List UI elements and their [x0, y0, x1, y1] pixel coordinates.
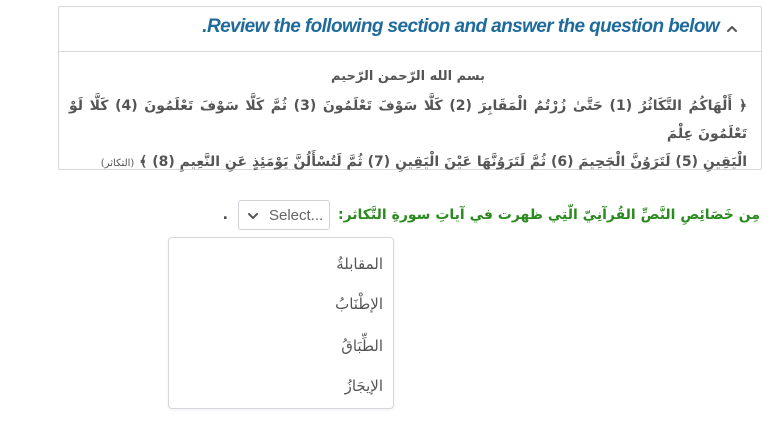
chevron-down-icon: [247, 213, 258, 219]
passage-body: بسم الله الرّحمن الرّحيم ﴿ أَلْهَاكُمُ ا…: [69, 69, 747, 178]
dropdown-option[interactable]: الإيجَازُ: [179, 371, 383, 401]
question-text: مِن خَصَائِصِ النَّصِّ القُرآنِيّ الّتِي…: [337, 207, 760, 223]
dropdown-option[interactable]: الطِّبَاقُ: [179, 331, 383, 361]
panel-title: .Review the following section and answer…: [202, 16, 719, 37]
panel-header[interactable]: .Review the following section and answer…: [59, 7, 761, 52]
select-label: Select...: [268, 207, 324, 224]
verses-text: ﴿ أَلْهَاكُمُ التَّكَاثُرُ (1) حَتَّىٰ ز…: [69, 92, 747, 178]
verses-line-2: الْيَقِينِ (5) لَتَرَوُنَّ الْجَحِيمَ (6…: [139, 154, 747, 170]
dropdown-option[interactable]: الإطْنَابُ: [179, 289, 383, 319]
verse-source: (التكاثر): [100, 158, 135, 169]
basmala-text: بسم الله الرّحمن الرّحيم: [331, 69, 485, 84]
question-row: مِن خَصَائِصِ النَّصِّ القُرآنِيّ الّتِي…: [223, 199, 760, 231]
chevron-up-icon[interactable]: [725, 22, 739, 36]
question-panel: .Review the following section and answer…: [58, 6, 762, 170]
question-trailing: .: [222, 207, 228, 223]
answer-select[interactable]: Select...: [237, 200, 330, 230]
dropdown-option[interactable]: المقابلةُ: [179, 249, 383, 279]
verses-line-1: ﴿ أَلْهَاكُمُ التَّكَاثُرُ (1) حَتَّىٰ ز…: [69, 98, 748, 142]
select-dropdown: المقابلةُ الإطْنَابُ الطِّبَاقُ الإيجَاز…: [168, 237, 394, 409]
